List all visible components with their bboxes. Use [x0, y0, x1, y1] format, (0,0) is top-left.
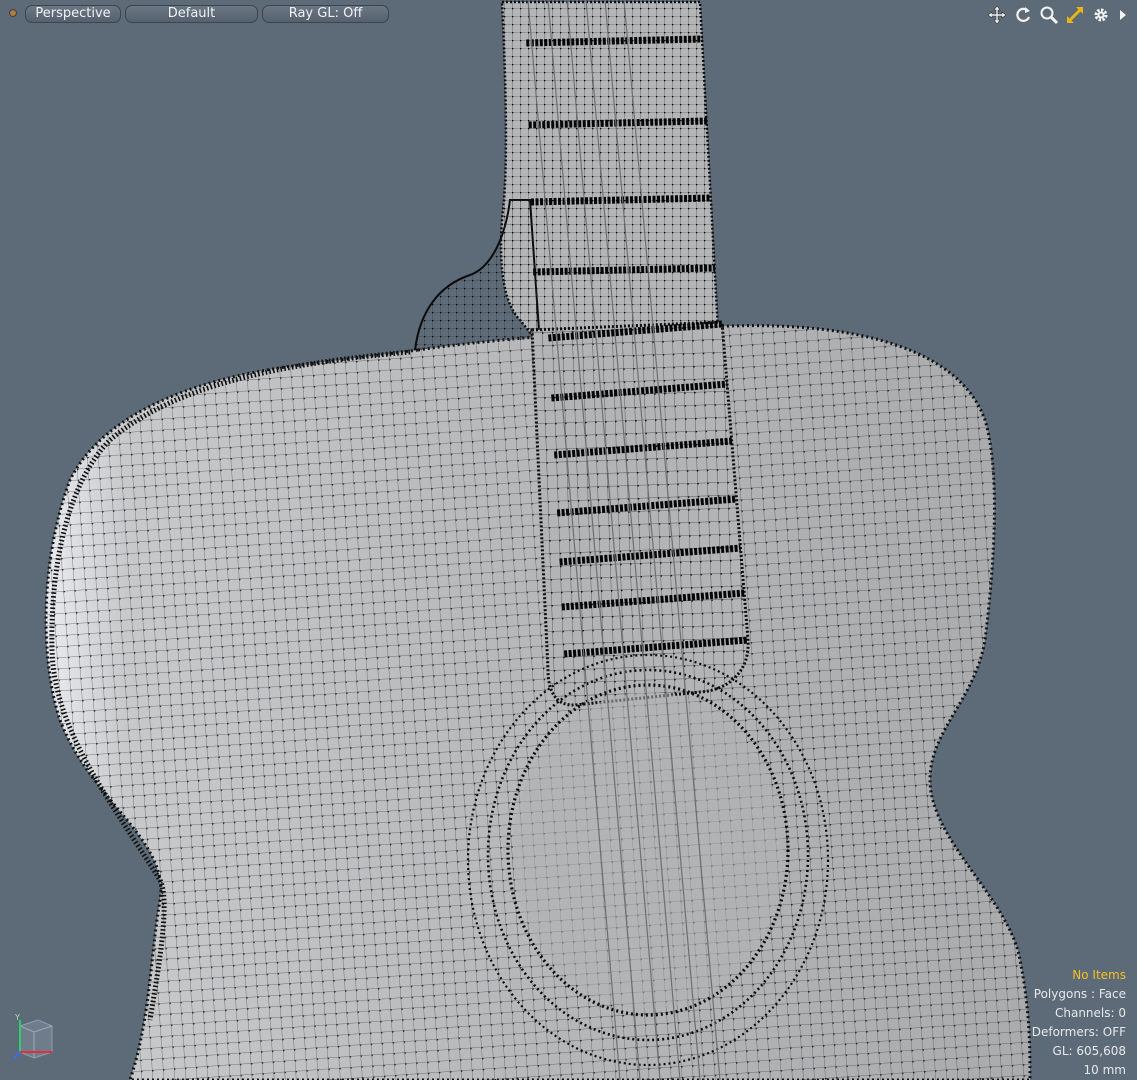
fit-view-icon[interactable]: [1065, 5, 1085, 25]
channels-status: Channels: 0: [1054, 1006, 1126, 1020]
view-mode-button[interactable]: Perspective: [25, 5, 121, 23]
gl-poly-count: GL: 605,608: [1052, 1044, 1126, 1058]
rotate-view-icon[interactable]: [1013, 5, 1033, 25]
selection-status: No Items: [1072, 968, 1126, 982]
fret-row: [530, 194, 712, 206]
polygon-mode-status: Polygons : Face: [1033, 987, 1126, 1001]
viewport-nav-icons: [987, 5, 1129, 25]
grid-size-status: 10 mm: [1083, 1063, 1126, 1077]
shading-mode-button[interactable]: Default: [125, 5, 258, 23]
svg-text:Y: Y: [14, 1013, 20, 1022]
3d-viewport[interactable]: Perspective Default Ray GL: Off No Items…: [0, 0, 1137, 1080]
viewport-info-overlay: No Items Polygons : Face Channels: 0 Def…: [1032, 966, 1126, 1080]
sound-hole-floor: [513, 692, 783, 1008]
guitar-mesh-render[interactable]: [0, 0, 1137, 1080]
zoom-view-icon[interactable]: [1039, 5, 1059, 25]
viewport-status-icon[interactable]: [9, 9, 17, 17]
axis-orientation-gizmo: Y: [12, 1012, 56, 1060]
fret-row: [533, 264, 716, 276]
raygl-toggle-button[interactable]: Ray GL: Off: [262, 5, 389, 23]
guitar-neck: [413, 0, 720, 352]
move-view-icon[interactable]: [987, 5, 1007, 25]
viewport-header: Perspective Default Ray GL: Off: [0, 0, 1137, 28]
deformers-status: Deformers: OFF: [1031, 1025, 1126, 1039]
expand-arrow-icon[interactable]: [1117, 5, 1129, 25]
settings-gear-icon[interactable]: [1091, 5, 1111, 25]
